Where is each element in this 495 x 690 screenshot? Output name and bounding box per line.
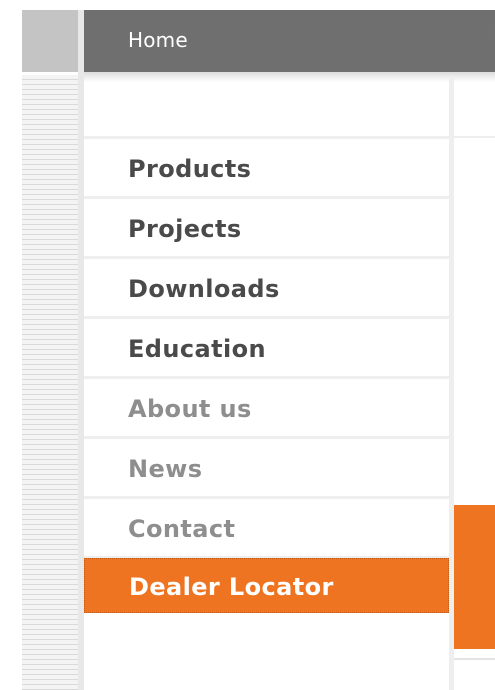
nav-item-label: About us (128, 395, 252, 423)
nav-item-about-us[interactable]: About us (84, 379, 449, 439)
content-bottom-line (454, 658, 495, 660)
nav-item-dealer-locator[interactable]: Dealer Locator (84, 558, 449, 613)
nav-item-products[interactable]: Products (84, 139, 449, 199)
nav-item-contact[interactable]: Contact (84, 499, 449, 559)
nav-item-label: Projects (128, 215, 242, 243)
nav-item-label: News (128, 455, 203, 483)
nav-item-label: Education (128, 335, 266, 363)
orange-content-panel (454, 505, 495, 649)
main-nav-menu: Products Projects Downloads Education Ab… (84, 136, 449, 613)
striped-side-rail (22, 75, 78, 690)
content-top-line (454, 136, 495, 138)
rail-top-block (22, 10, 78, 72)
nav-item-education[interactable]: Education (84, 319, 449, 379)
nav-item-downloads[interactable]: Downloads (84, 259, 449, 319)
header-bar: Home (84, 10, 495, 72)
header-shadow (84, 72, 495, 82)
nav-item-label: Downloads (128, 275, 280, 303)
nav-item-label: Contact (128, 515, 236, 543)
nav-item-label: Products (128, 155, 252, 183)
left-gutter (0, 0, 22, 690)
nav-item-label: Dealer Locator (129, 573, 334, 601)
home-link[interactable]: Home (128, 28, 188, 52)
nav-item-news[interactable]: News (84, 439, 449, 499)
nav-item-projects[interactable]: Projects (84, 199, 449, 259)
